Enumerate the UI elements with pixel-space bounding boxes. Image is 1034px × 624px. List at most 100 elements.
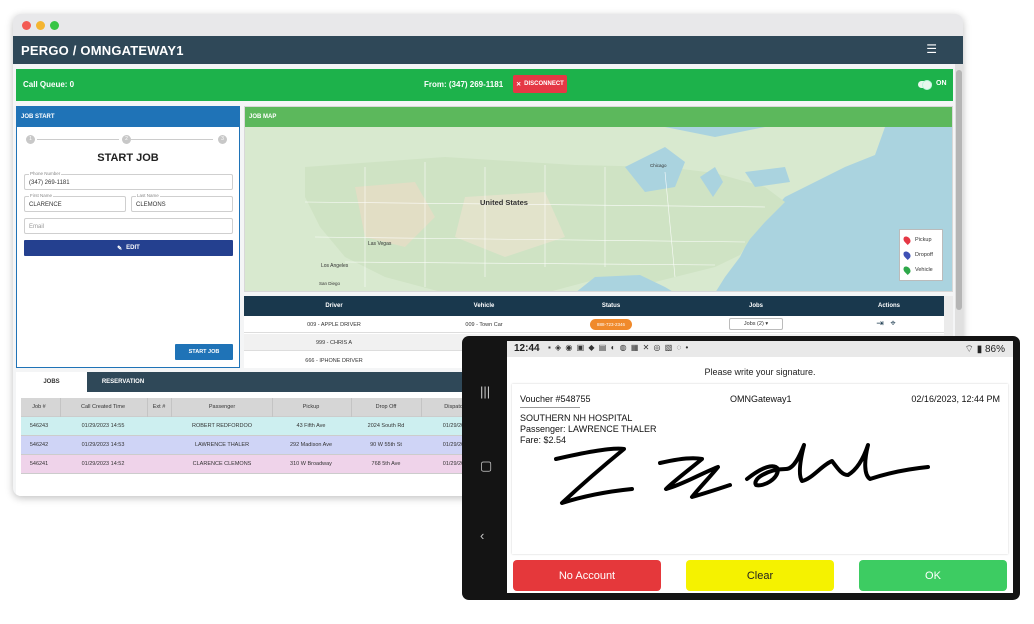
col-status[interactable]: Status <box>602 303 620 309</box>
disconnect-button[interactable]: ✕ DISCONNECT <box>513 75 567 93</box>
dropoff-pin-icon <box>902 250 912 260</box>
battery-level: 86% <box>984 344 1005 355</box>
location-pin-icon[interactable]: ⌖ <box>890 318 895 329</box>
toggle-state-label: ON <box>936 80 947 87</box>
table-row[interactable]: 546241 01/29/2023 14:52 CLARENCE CLEMONS… <box>21 455 486 474</box>
pickup-place: SOUTHERN NH HOSPITAL <box>520 413 633 423</box>
legend-dropoff-label: Dropoff <box>915 252 933 258</box>
driver-name: 999 - CHRIS A <box>315 340 353 346</box>
phone-number-label: Phone Number <box>29 171 62 176</box>
map-legend: Pickup Dropoff Vehicle <box>899 229 943 281</box>
edit-button[interactable]: ✎ EDIT <box>24 240 233 256</box>
tab-reservation[interactable]: RESERVATION <box>87 372 159 392</box>
minimize-window-button[interactable] <box>36 21 45 30</box>
tab-jobs[interactable]: JOBS <box>16 372 87 392</box>
phone-number-value: (347) 269-1181 <box>29 180 70 186</box>
last-name-field[interactable]: Last Name CLEMONS <box>131 193 233 212</box>
voucher-card: Voucher #548755 OMNGateway1 02/16/2023, … <box>512 384 1008 554</box>
chevron-down-icon: ▾ <box>765 321 769 327</box>
column-divider <box>272 398 273 417</box>
app-title: PERGO / OMNGATEWAY1 <box>21 43 184 58</box>
android-status-bar: 12:44 ▪ ◈ ◉ ▣ ◆ ▤ ◐ ◍ ▦ ✕ ◎ ▧ ◌ • ⌔ ▮ 86… <box>507 341 1013 357</box>
sign-in-icon[interactable]: ⇥ <box>876 318 884 329</box>
clear-button[interactable]: Clear <box>686 560 834 591</box>
call-created-time: 01/29/2023 14:52 <box>81 461 125 467</box>
table-row[interactable]: 546243 01/29/2023 14:55 ROBERT REDFORDOO… <box>21 417 486 436</box>
driver-name: 666 - IPHONE DRIVER <box>305 358 363 364</box>
step-2-indicator[interactable]: 2 <box>122 135 131 144</box>
step-3-indicator[interactable]: 3 <box>218 135 227 144</box>
voucher-datetime: 02/16/2023, 12:44 PM <box>911 394 1000 404</box>
passenger-info: Passenger: LAWRENCE THALER <box>520 424 657 434</box>
legend-pickup-label: Pickup <box>915 237 932 243</box>
pickup-pin-icon <box>902 235 912 245</box>
col-passenger[interactable]: Passenger <box>209 404 235 410</box>
window-titlebar <box>13 14 963 36</box>
dropoff-address: 90 W 55th St <box>370 442 402 448</box>
legend-dropoff: Dropoff <box>902 250 933 260</box>
job-start-panel: JOB START 1 2 3 START JOB Phone Number (… <box>16 106 240 368</box>
app-header: PERGO / OMNGATEWAY1 ☰ <box>13 36 963 64</box>
job-map-header: JOB MAP <box>245 107 952 127</box>
hamburger-icon[interactable]: ☰ <box>926 42 937 56</box>
maximize-window-button[interactable] <box>50 21 59 30</box>
phone-number-field[interactable]: Phone Number (347) 269-1181 <box>24 171 233 190</box>
col-drop-off[interactable]: Drop Off <box>376 404 397 410</box>
column-divider <box>60 398 61 417</box>
close-icon: ✕ <box>516 81 522 88</box>
table-row[interactable]: 546242 01/29/2023 14:53 LAWRENCE THALER … <box>21 436 486 455</box>
jobs-dropdown[interactable]: Jobs (2) ▾ <box>729 318 783 330</box>
passenger-name: ROBERT REDFORDOO <box>192 423 252 429</box>
last-name-label: Last Name <box>136 193 160 198</box>
divider <box>520 407 580 408</box>
signature-canvas[interactable] <box>542 439 942 519</box>
col-actions[interactable]: Actions <box>878 303 900 309</box>
first-name-label: First Name <box>29 193 54 198</box>
col-driver[interactable]: Driver <box>325 303 342 309</box>
col-call-created-time[interactable]: Call Created Time <box>81 404 125 410</box>
us-map[interactable]: United States Las Vegas Los Angeles San … <box>245 127 953 292</box>
signature-screen: 12:44 ▪ ◈ ◉ ▣ ◆ ▤ ◐ ◍ ▦ ✕ ◎ ▧ ◌ • ⌔ ▮ 86… <box>507 341 1013 593</box>
col-vehicle[interactable]: Vehicle <box>474 303 495 309</box>
pencil-icon: ✎ <box>117 245 123 252</box>
ok-button[interactable]: OK <box>859 560 1007 591</box>
status-badge: 888-723-2346 <box>590 319 632 330</box>
dropoff-address: 768 5th Ave <box>371 461 401 467</box>
col-ext[interactable]: Ext # <box>153 404 166 410</box>
email-field[interactable]: Email <box>24 218 233 234</box>
call-bar: Call Queue: 0 From: (347) 269-1181 ✕ DIS… <box>16 69 953 101</box>
voucher-number: Voucher #548755 <box>520 394 591 404</box>
home-icon[interactable]: ▢ <box>480 458 492 474</box>
auto-answer-toggle[interactable] <box>918 80 932 90</box>
map-label-chicago: Chicago <box>650 163 667 168</box>
legend-vehicle: Vehicle <box>902 265 933 275</box>
col-job-number[interactable]: Job # <box>32 404 45 410</box>
notification-icons: ▪ ◈ ◉ ▣ ◆ ▤ ◐ ◍ ▦ ✕ ◎ ▧ ◌ • <box>548 343 690 352</box>
first-name-value: CLARENCE <box>29 202 62 208</box>
map-label-country: United States <box>480 198 528 207</box>
table-row[interactable]: 009 - APPLE DRIVER 009 - Town Car 888-72… <box>244 316 944 333</box>
job-map-panel: JOB MAP United States Las Vegas Los Ange… <box>244 106 953 292</box>
back-icon[interactable]: ‹ <box>480 528 484 543</box>
recent-apps-icon[interactable]: ||| <box>480 384 490 399</box>
jobs-tabs: JOBS RESERVATION <box>16 372 486 392</box>
jobs-dropdown-label: Jobs (2) <box>743 321 764 327</box>
first-name-field[interactable]: First Name CLARENCE <box>24 193 126 212</box>
col-pickup[interactable]: Pickup <box>303 404 320 410</box>
passenger-name: LAWRENCE THALER <box>194 442 250 448</box>
drivers-table-header: Driver Vehicle Status Jobs Actions <box>244 296 944 316</box>
vehicle-name: 009 - Town Car <box>465 322 503 328</box>
step-1-indicator[interactable]: 1 <box>26 135 35 144</box>
legend-pickup: Pickup <box>902 235 932 245</box>
no-account-button[interactable]: No Account <box>513 560 661 591</box>
disconnect-label: DISCONNECT <box>524 81 564 87</box>
start-job-button[interactable]: START JOB <box>175 344 233 360</box>
step-connector <box>37 139 119 140</box>
pickup-address: 310 W Broadway <box>290 461 332 467</box>
email-placeholder: Email <box>29 224 45 230</box>
close-window-button[interactable] <box>22 21 31 30</box>
map-label-san-diego: San Diego <box>319 281 341 286</box>
pickup-address: 292 Madison Ave <box>289 442 333 448</box>
col-jobs[interactable]: Jobs <box>749 303 763 309</box>
page-scrollbar-thumb[interactable] <box>956 70 962 310</box>
